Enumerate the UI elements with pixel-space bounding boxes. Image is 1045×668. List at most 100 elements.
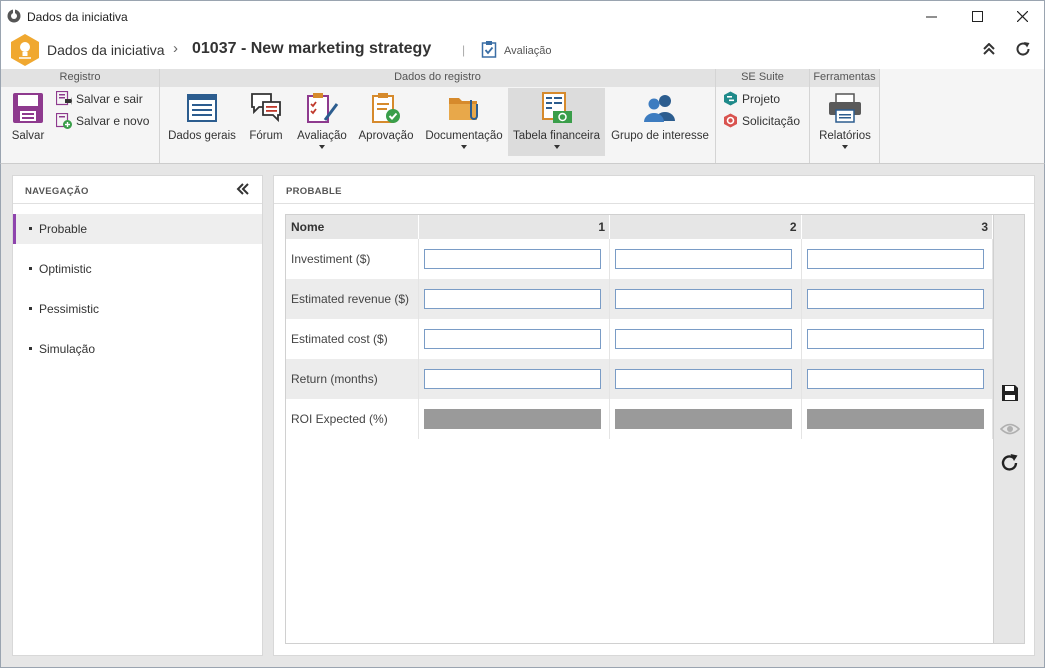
request-icon — [724, 113, 737, 128]
column-header-2: 2 — [609, 215, 802, 239]
status-label: Avaliação — [504, 45, 552, 57]
row-label: Return (months) — [286, 359, 419, 399]
estimated-revenue-input-3[interactable] — [806, 289, 984, 309]
approval-button[interactable]: Aprovação — [356, 88, 416, 142]
ribbon-toolbar: Registro Salvar Salvar e sair Salvar e n… — [0, 69, 1045, 164]
printer-icon — [829, 93, 861, 123]
refresh-button[interactable] — [1013, 39, 1033, 59]
save-icon — [13, 93, 43, 123]
maximize-button[interactable] — [954, 1, 1000, 31]
reports-label: Relatórios — [819, 130, 871, 142]
nav-item-simulacao[interactable]: Simulação — [13, 334, 262, 364]
save-and-exit-button[interactable]: Salvar e sair — [56, 91, 143, 107]
breadcrumb-root[interactable]: Dados da iniciativa — [47, 42, 165, 58]
table-header-row: Nome 1 2 3 — [286, 215, 993, 239]
save-button-label: Salvar — [11, 130, 45, 142]
financial-table-dropdown-caret — [553, 145, 560, 149]
navigation-title: NAVEGAÇÃO — [25, 186, 89, 197]
save-and-exit-label: Salvar e sair — [76, 92, 143, 106]
navigation-header: NAVEGAÇÃO — [13, 176, 262, 204]
close-icon — [1016, 10, 1028, 22]
estimated-cost-input-3[interactable] — [806, 329, 984, 349]
project-button[interactable]: Projeto — [723, 91, 780, 106]
financial-table-button[interactable]: Tabela financeira — [508, 88, 605, 156]
return-months-input-3[interactable] — [806, 369, 984, 389]
forum-icon — [251, 93, 281, 123]
request-button[interactable]: Solicitação — [723, 113, 800, 128]
row-label: Estimated cost ($) — [286, 319, 419, 359]
reports-button[interactable]: Relatórios — [815, 88, 875, 149]
estimated-revenue-input-1[interactable] — [423, 289, 601, 309]
minimize-button[interactable] — [908, 1, 954, 31]
investment-input-1[interactable] — [423, 249, 601, 269]
ribbon-group-se-suite: SE Suite Projeto Solicitação — [716, 69, 810, 163]
investment-input-2[interactable] — [615, 249, 792, 269]
grid-side-toolbar — [993, 215, 1024, 643]
nav-item-probable[interactable]: Probable — [13, 214, 262, 244]
collapse-header-button[interactable] — [979, 39, 999, 59]
estimated-cost-input-1[interactable] — [423, 329, 601, 349]
forum-label: Fórum — [249, 130, 283, 142]
estimated-cost-input-2[interactable] — [615, 329, 792, 349]
minimize-icon — [925, 16, 937, 17]
roi-expected-readonly-2 — [615, 409, 792, 429]
stakeholder-group-button[interactable]: Grupo de interesse — [610, 88, 710, 142]
eye-icon — [1000, 423, 1020, 435]
ribbon-group-title: Dados do registro — [160, 69, 715, 87]
content-header: PROBABLE — [274, 176, 1034, 204]
save-new-icon — [56, 113, 72, 129]
nav-item-pessimistic[interactable]: Pessimistic — [13, 294, 262, 324]
nav-item-label: Pessimistic — [39, 302, 100, 316]
close-button[interactable] — [999, 1, 1045, 31]
main-area: NAVEGAÇÃO Probable Optimistic Pessimisti… — [0, 164, 1045, 668]
documentation-button[interactable]: Documentação — [423, 88, 505, 149]
roi-expected-readonly-1 — [423, 409, 601, 429]
financial-table-icon — [541, 92, 572, 123]
general-data-button[interactable]: Dados gerais — [167, 88, 237, 142]
reload-icon — [1001, 454, 1018, 471]
row-label: Investiment ($) — [286, 239, 419, 279]
financial-table: Nome 1 2 3 Investiment ($) Estimated rev… — [286, 215, 993, 439]
grid-view-button[interactable] — [999, 418, 1021, 440]
nav-item-optimistic[interactable]: Optimistic — [13, 254, 262, 284]
ribbon-group-ferramentas: Ferramentas Relatórios — [810, 69, 880, 163]
financial-table-label: Tabela financeira — [513, 130, 600, 142]
table-row: Estimated revenue ($) — [286, 279, 993, 319]
page-header: Dados da iniciativa › 01037 - New market… — [0, 31, 1045, 69]
floppy-disk-icon — [1002, 385, 1018, 401]
estimated-revenue-input-2[interactable] — [615, 289, 792, 309]
maximize-icon — [971, 10, 983, 22]
save-exit-icon — [56, 91, 72, 106]
window-title: Dados da iniciativa — [27, 10, 128, 24]
investment-input-3[interactable] — [806, 249, 984, 269]
page-title: 01037 - New marketing strategy — [192, 40, 432, 57]
refresh-icon — [1016, 42, 1030, 56]
forum-button[interactable]: Fórum — [245, 88, 287, 142]
return-months-input-1[interactable] — [423, 369, 601, 389]
ribbon-group-title: SE Suite — [716, 69, 809, 87]
general-data-label: Dados gerais — [168, 130, 236, 142]
grid-save-button[interactable] — [999, 382, 1021, 404]
documentation-label: Documentação — [425, 130, 503, 142]
table-row: ROI Expected (%) — [286, 399, 993, 439]
window-titlebar: Dados da iniciativa — [0, 0, 1045, 31]
collapse-panel-icon[interactable] — [236, 182, 250, 196]
save-button[interactable]: Salvar — [9, 88, 47, 142]
grid-reload-button[interactable] — [999, 452, 1021, 474]
stakeholder-group-label: Grupo de interesse — [611, 130, 709, 142]
evaluation-dropdown-caret — [319, 145, 325, 149]
save-and-new-button[interactable]: Salvar e novo — [56, 113, 149, 129]
evaluation-button[interactable]: Avaliação — [294, 88, 350, 149]
ribbon-group-title: Ferramentas — [810, 69, 879, 87]
save-and-new-label: Salvar e novo — [76, 114, 150, 128]
nav-item-label: Simulação — [39, 342, 96, 356]
content-panel: PROBABLE Nome 1 2 3 Investiment ($) Esti… — [273, 175, 1035, 656]
financial-grid: Nome 1 2 3 Investiment ($) Estimated rev… — [285, 214, 1025, 644]
table-row: Investiment ($) — [286, 239, 993, 279]
ribbon-group-title: Registro — [1, 69, 159, 87]
project-icon — [724, 91, 737, 106]
return-months-input-2[interactable] — [615, 369, 792, 389]
general-data-icon — [187, 94, 217, 122]
app-icon — [7, 9, 21, 23]
evaluation-icon — [307, 93, 339, 123]
